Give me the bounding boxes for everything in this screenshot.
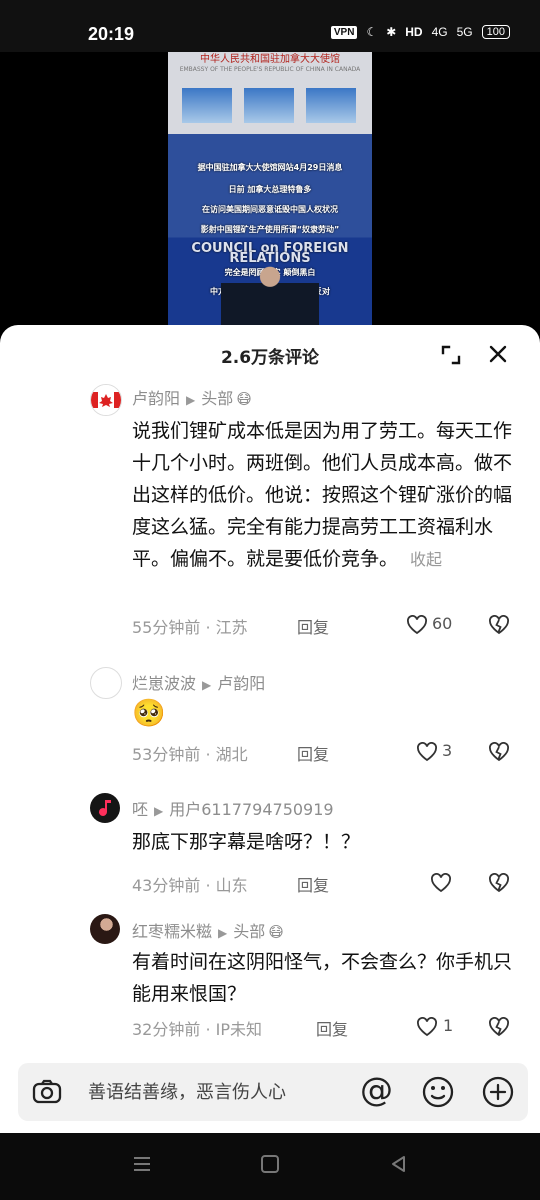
reply-arrow-icon: ▶ bbox=[154, 804, 164, 818]
reply-target-name[interactable]: 头部 bbox=[233, 922, 265, 941]
video-frame[interactable]: 中华人民共和国驻加拿大大使馆 EMBASSY OF THE PEOPLE'S R… bbox=[168, 52, 372, 325]
avatar[interactable] bbox=[90, 667, 122, 699]
avatar[interactable] bbox=[90, 914, 120, 944]
mask-emoji: 😷 bbox=[236, 390, 252, 408]
reply-button[interactable]: 回复 bbox=[297, 741, 329, 765]
hd-icon: HD bbox=[405, 25, 423, 39]
heart-icon[interactable] bbox=[406, 615, 428, 635]
close-icon[interactable] bbox=[489, 345, 507, 363]
background-sign-text: COUNCIL on FOREIGN RELATIONS bbox=[191, 241, 349, 266]
video-player[interactable]: 中华人民共和国驻加拿大大使馆 EMBASSY OF THE PEOPLE'S R… bbox=[0, 52, 540, 325]
reply-target-name[interactable]: 用户6117794750919 bbox=[169, 800, 333, 819]
reply-target-name[interactable]: 头部 bbox=[201, 389, 233, 408]
reply-arrow-icon: ▶ bbox=[202, 678, 212, 692]
comment-body: 那底下那字幕是啥呀？！？ bbox=[132, 831, 361, 853]
comment-meta: 55分钟前 · 江苏 bbox=[132, 618, 248, 637]
at-icon[interactable]: @ bbox=[360, 1072, 393, 1108]
status-icons: VPN ☾ ✱ HD 4G 5G 100 bbox=[330, 25, 510, 39]
comment-meta: 43分钟前 · 山东 bbox=[132, 876, 248, 895]
commenter-name[interactable]: 红枣糯米糍 bbox=[132, 922, 212, 941]
embassy-subtitle: EMBASSY OF THE PEOPLE'S REPUBLIC OF CHIN… bbox=[179, 66, 361, 73]
commenter-name[interactable]: 卢韵阳 bbox=[132, 389, 180, 408]
comments-sheet: 2.6万条评论 卢韵阳 ▶ 头部 😷 说我们锂矿成本低是因为用了劳工。每天工作十几个小… bbox=[0, 325, 540, 1133]
expand-icon[interactable] bbox=[441, 345, 461, 365]
comment-header: 呸 ▶ 用户6117794750919 bbox=[132, 796, 334, 820]
commenter-name[interactable]: 呸 bbox=[132, 800, 148, 819]
menu-icon[interactable] bbox=[131, 1153, 153, 1175]
comment-header: 卢韵阳 ▶ 头部 😷 bbox=[132, 385, 252, 409]
comment-item: 卢韵阳 ▶ 头部 😷 说我们锂矿成本低是因为用了劳工。每天工作十几个小时。两班倒。他们… bbox=[0, 381, 540, 641]
like-count: 1 bbox=[443, 1016, 454, 1035]
commenter-name[interactable]: 烂崽波波 bbox=[132, 674, 196, 693]
avatar[interactable] bbox=[90, 384, 122, 416]
reply-arrow-icon: ▶ bbox=[186, 393, 196, 407]
comment-body: 有着时间在这阴阳怪气，不会查么？你手机只能用来恨国？ bbox=[132, 951, 513, 1005]
home-icon[interactable] bbox=[259, 1153, 281, 1175]
heart-icon[interactable] bbox=[430, 873, 452, 893]
broken-heart-icon[interactable] bbox=[488, 1017, 510, 1037]
embassy-thumbnail bbox=[306, 88, 356, 123]
battery-icon: 100 bbox=[481, 25, 510, 39]
embassy-thumbnail bbox=[182, 88, 232, 123]
comment-item: 呸 ▶ 用户6117794750919 那底下那字幕是啥呀？！？ 43分钟前 · 山… bbox=[0, 792, 540, 895]
video-caption-line: 据中国驻加拿大大使馆网站4月29日消息 bbox=[197, 163, 343, 172]
music-note-icon bbox=[99, 800, 111, 816]
video-caption-line: 影射中国锂矿生产使用所谓“奴隶劳动” bbox=[200, 225, 340, 234]
vpn-badge: VPN bbox=[330, 25, 358, 39]
embassy-title: 中华人民共和国驻加拿大大使馆 bbox=[200, 54, 340, 65]
status-time: 20:19 bbox=[88, 24, 135, 44]
comment-text: 说我们锂矿成本低是因为用了劳工。每天工作十几个小时。两班倒。他们人员成本高。做不… bbox=[132, 415, 522, 576]
collapse-link[interactable]: 收起 bbox=[410, 550, 442, 569]
comment-meta: 32分钟前 · IP未知 bbox=[132, 1020, 262, 1039]
mask-emoji: 😷 bbox=[268, 923, 284, 941]
reply-target-name[interactable]: 卢韵阳 bbox=[217, 674, 265, 693]
camera-icon[interactable] bbox=[31, 1077, 63, 1107]
back-icon[interactable] bbox=[388, 1153, 410, 1175]
bluetooth-icon: ✱ bbox=[386, 25, 397, 39]
status-bar: 20:19 VPN ☾ ✱ HD 4G 5G 100 bbox=[0, 0, 540, 52]
broken-heart-icon[interactable] bbox=[488, 742, 510, 762]
broken-heart-icon[interactable] bbox=[488, 615, 510, 635]
comment-meta: 53分钟前 · 湖北 bbox=[132, 745, 248, 764]
plus-icon[interactable] bbox=[481, 1075, 515, 1109]
reply-button[interactable]: 回复 bbox=[316, 1016, 348, 1040]
video-caption-line: 日前 加拿大总理特鲁多 bbox=[228, 185, 312, 194]
like-count: 60 bbox=[432, 614, 453, 633]
reply-button[interactable]: 回复 bbox=[297, 872, 329, 896]
reply-button[interactable]: 回复 bbox=[297, 614, 329, 638]
reply-arrow-icon: ▶ bbox=[218, 926, 228, 940]
like-count: 3 bbox=[442, 741, 453, 760]
comment-header: 红枣糯米糍 ▶ 头部 😷 bbox=[132, 918, 284, 942]
network-5g-icon: 5G bbox=[456, 25, 473, 39]
comment-item: 烂崽波波 ▶ 卢韵阳 🥺 53分钟前 · 湖北 回复 3 bbox=[0, 666, 540, 766]
video-caption-line: 在访问美国期间恶意诋毁中国人权状况 bbox=[202, 205, 338, 214]
comment-header: 烂崽波波 ▶ 卢韵阳 bbox=[132, 670, 265, 694]
comment-input-placeholder[interactable]: 善语结善缘，恶言伤人心 bbox=[88, 1078, 286, 1104]
avatar[interactable] bbox=[90, 793, 120, 823]
network-4g-icon: 4G bbox=[431, 25, 448, 39]
embassy-thumbnail-row bbox=[182, 88, 356, 123]
embassy-thumbnail bbox=[244, 88, 294, 123]
comment-item: 红枣糯米糍 ▶ 头部 😷 有着时间在这阴阳怪气，不会查么？你手机只能用来恨国？ 32分… bbox=[0, 914, 540, 1054]
comment-body: 说我们锂矿成本低是因为用了劳工。每天工作十几个小时。两班倒。他们人员成本高。做不… bbox=[132, 420, 513, 570]
heart-icon[interactable] bbox=[416, 742, 438, 762]
comment-body: 🥺 bbox=[132, 698, 166, 729]
moon-icon: ☾ bbox=[366, 25, 378, 39]
broken-heart-icon[interactable] bbox=[488, 873, 510, 893]
canada-flag-icon bbox=[91, 385, 121, 415]
smile-icon[interactable] bbox=[421, 1075, 455, 1109]
heart-icon[interactable] bbox=[416, 1017, 438, 1037]
speaker-figure bbox=[221, 266, 319, 325]
